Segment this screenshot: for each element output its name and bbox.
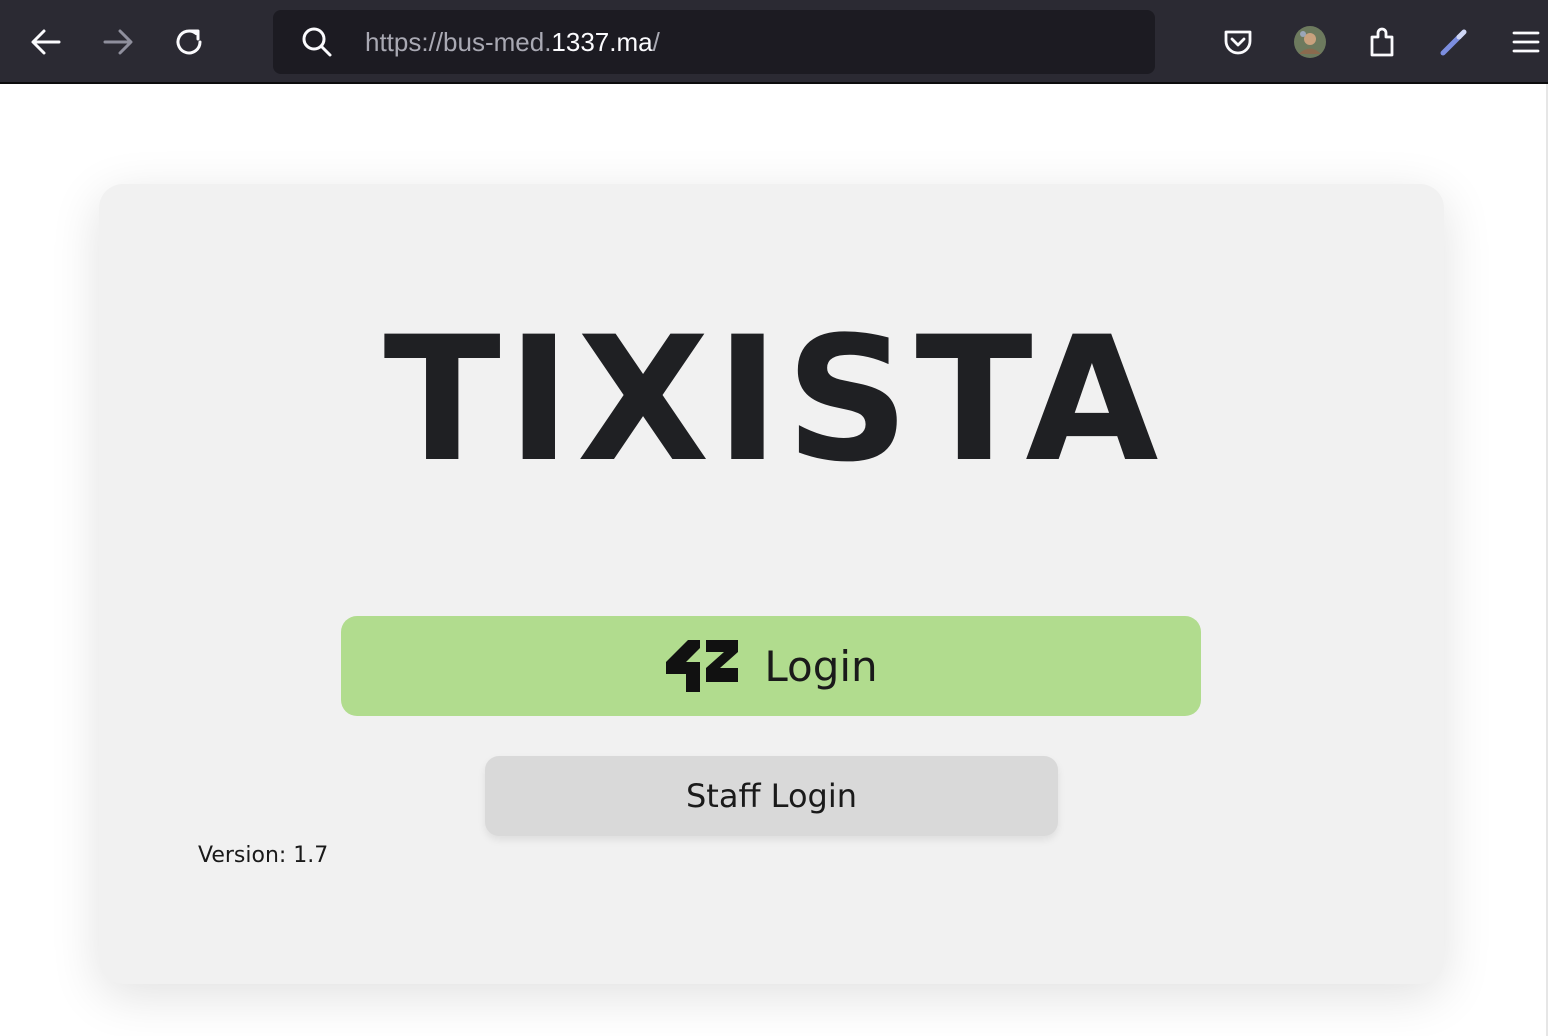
menu-button[interactable] [1498, 14, 1548, 70]
search-icon [302, 27, 332, 57]
staff-login-button[interactable]: Staff Login [485, 756, 1058, 836]
back-button[interactable] [18, 14, 74, 70]
account-avatar-icon [1294, 26, 1326, 58]
42-logo-icon [666, 640, 739, 692]
reload-button[interactable] [162, 14, 218, 70]
hamburger-menu-icon [1512, 31, 1540, 53]
forward-button[interactable] [90, 14, 146, 70]
pocket-icon [1224, 30, 1252, 55]
url-text[interactable]: https://bus-med.1337.ma/ [365, 26, 660, 58]
eyedropper-button[interactable] [1426, 14, 1482, 70]
forward-arrow-icon [103, 29, 133, 55]
url-suffix: / [652, 27, 660, 57]
account-button[interactable] [1282, 14, 1338, 70]
extensions-button[interactable] [1355, 14, 1411, 70]
eyedropper-icon [1440, 29, 1467, 56]
pocket-button[interactable] [1210, 14, 1266, 70]
url-prefix: https://bus-med. [365, 27, 552, 57]
reload-icon [176, 29, 202, 55]
app-title: TIXISTA [383, 299, 1165, 500]
extensions-icon [1370, 27, 1394, 57]
browser-toolbar: https://bus-med.1337.ma/ [0, 0, 1548, 84]
login-42-button[interactable]: Login [341, 616, 1201, 716]
url-bar[interactable]: https://bus-med.1337.ma/ [273, 10, 1155, 74]
login-button-label: Login [764, 641, 878, 691]
back-arrow-icon [31, 29, 61, 55]
staff-login-label: Staff Login [685, 777, 857, 815]
version-text: Version: 1.7 [198, 843, 329, 868]
url-domain: 1337.ma [551, 27, 653, 57]
